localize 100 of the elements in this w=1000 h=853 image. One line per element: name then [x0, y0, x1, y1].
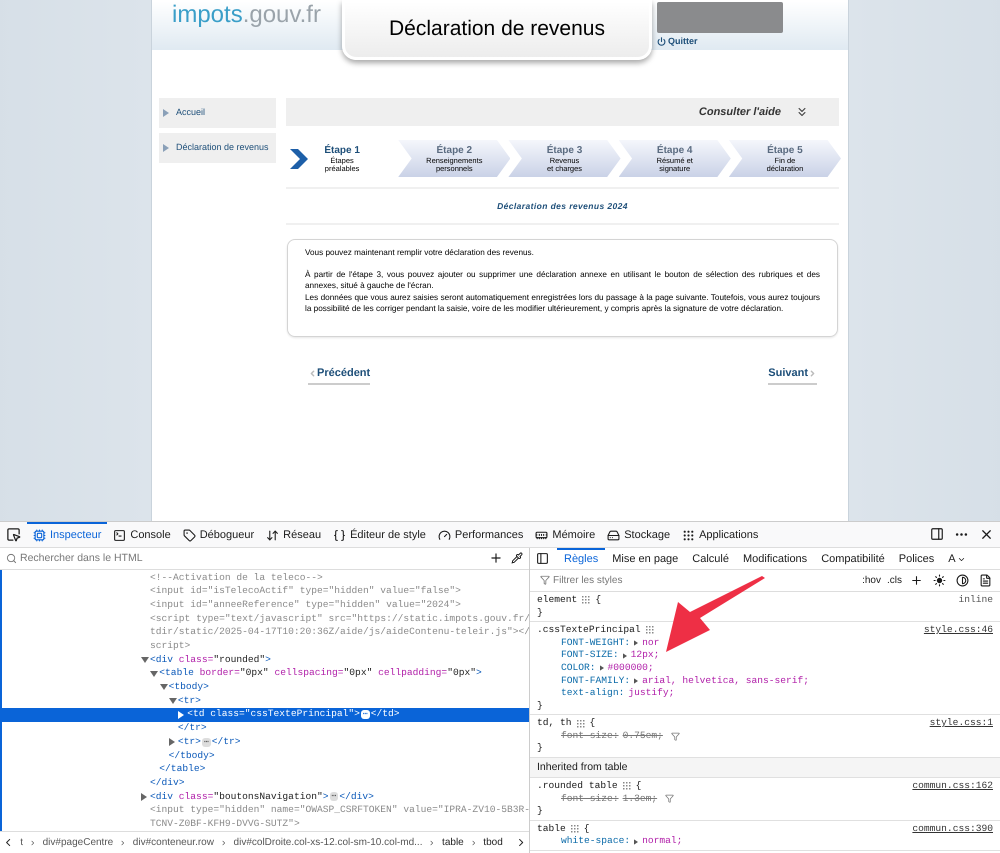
- css-value: arial, helvetica, sans-serif;: [642, 674, 810, 688]
- collapsed-caret-icon: [168, 738, 175, 746]
- separator-icon: [119, 838, 127, 846]
- paragraph: Vous pouvez maintenant remplir votre déclaration des revenus.: [305, 247, 535, 258]
- open-brace: {: [590, 717, 596, 730]
- css-property: font-size:: [561, 792, 619, 806]
- breadcrumb[interactable]: div#pageCentre: [42, 835, 114, 850]
- add-icon[interactable]: [910, 574, 923, 587]
- help-link[interactable]: Consulter l'aide: [698, 104, 781, 120]
- markup-line[interactable]: <tr> ⋯ </tr>: [2, 735, 529, 749]
- devtools-tab[interactable]: Éditeur de style: [327, 522, 432, 547]
- markup-line[interactable]: <div class="rounded">: [2, 653, 529, 667]
- rule-source-link[interactable]: style.css:46: [924, 624, 993, 637]
- dock-icon[interactable]: [930, 527, 944, 542]
- rule-source-link[interactable]: commun.css:162: [912, 780, 993, 793]
- section-title: Déclaration des revenus 2024: [497, 201, 628, 211]
- next-link[interactable]: Suivant: [768, 365, 817, 385]
- markup-line[interactable]: tdir/static/2025-04-17T10:20:36Z/aide/js/aideContenu-teleir.js"></: [2, 626, 529, 640]
- breadcrumb[interactable]: t: [20, 835, 24, 850]
- devtools-tab[interactable]: Inspecteur: [27, 522, 108, 547]
- css-value: 12px;: [630, 649, 660, 662]
- markup-line[interactable]: script>: [2, 639, 529, 654]
- markup-line[interactable]: <table border="0px" cellspacing="0px" cellpadding="0px">: [2, 666, 529, 680]
- separator-icon: [470, 838, 478, 846]
- contrast-icon[interactable]: [956, 574, 969, 587]
- markup-line[interactable]: </table>: [2, 762, 529, 776]
- devtools-tab[interactable]: Applications: [676, 522, 764, 547]
- separator-icon: [220, 838, 228, 846]
- collapsed-caret-icon: [178, 710, 184, 719]
- css-value: 1.3em;: [622, 792, 658, 806]
- markup-line[interactable]: TCNV-Z0BF-KFH9-DVVG-SUTZ">: [2, 817, 529, 831]
- rules-tab[interactable]: Règles: [557, 548, 606, 569]
- rule-source-link[interactable]: commun.css:390: [912, 822, 993, 836]
- eyedropper-icon[interactable]: [511, 552, 523, 564]
- devtools-tab[interactable]: Mémoire: [529, 522, 602, 547]
- rules-tab[interactable]: Polices: [892, 548, 942, 569]
- collapsed-badge[interactable]: ⋯: [330, 792, 338, 802]
- close-brace: }: [537, 700, 543, 711]
- css-property: text-align:: [561, 687, 624, 700]
- paragraph: Les données que vous aurez saisies seront automatiquement enregistrées lors du passage à la page suivante. Toutefois, vous aurez toujours la possibilité de les corriger pendant la saisie, voire de les modifier ultérieurement, y compris après la signature de votre déclaration.: [305, 292, 820, 314]
- grid-icon: [582, 596, 590, 604]
- devtools-tab[interactable]: Performances: [432, 522, 530, 547]
- hover-toggle[interactable]: :hov: [862, 572, 881, 588]
- markup-line[interactable]: <tr>: [2, 694, 529, 708]
- devtools-tab[interactable]: Stockage: [601, 522, 676, 547]
- sidebar-toggle-icon[interactable]: [536, 552, 549, 565]
- styles-filter-field[interactable]: Filtrer les styles: [540, 572, 862, 588]
- quit-link[interactable]: Quitter: [657, 35, 783, 48]
- previous-link[interactable]: Précédent: [308, 365, 370, 385]
- sun-icon[interactable]: [933, 574, 946, 587]
- rules-tab[interactable]: A: [941, 548, 973, 569]
- collapsed-badge[interactable]: ⋯: [202, 738, 211, 747]
- devtools-tab[interactable]: Débogueur: [176, 522, 260, 547]
- sidebar-item[interactable]: Accueil: [159, 98, 276, 128]
- css-property: FONT-FAMILY:: [561, 674, 630, 688]
- css-value: #000000;: [608, 662, 654, 674]
- breadcrumb[interactable]: div#colDroite.col-xs-12.col-sm-10.col-md...: [234, 835, 422, 850]
- expand-triangle-icon: [634, 838, 638, 846]
- collapsed-badge[interactable]: ⋯: [360, 710, 370, 720]
- devtools-tab[interactable]: Réseau: [260, 522, 328, 547]
- style-icon: [333, 528, 346, 542]
- sidebar-item[interactable]: Déclaration de revenus: [159, 133, 276, 163]
- memory-icon: [535, 528, 548, 542]
- document-icon[interactable]: [979, 574, 992, 587]
- devtools-tab[interactable]: Console: [107, 522, 177, 547]
- inspector-icon: [33, 528, 46, 542]
- open-brace: {: [584, 822, 590, 836]
- right-chevron-icon: [808, 368, 817, 378]
- markup-line[interactable]: </div>: [2, 776, 529, 790]
- rules-tab[interactable]: Compatibilité: [814, 548, 892, 569]
- chevron-icon: [290, 149, 308, 169]
- breadcrumb[interactable]: table: [442, 835, 464, 850]
- markup-line[interactable]: <input id="anneeReference" type="hidden" value="2024">: [2, 598, 529, 612]
- filter-icon: [540, 575, 550, 586]
- filter-icon[interactable]: [665, 794, 674, 804]
- rules-tab[interactable]: Mise en page: [605, 548, 686, 569]
- add-icon[interactable]: [489, 551, 503, 566]
- grid-icon: [570, 825, 579, 834]
- css-property: COLOR:: [561, 662, 596, 674]
- markup-line[interactable]: <!--Activation de la teleco-->: [2, 570, 529, 585]
- separator-icon: [29, 838, 37, 846]
- class-toggle[interactable]: .cls: [887, 572, 902, 588]
- markup-line[interactable]: <div class="boutonsNavigation"> ⋯ </div>: [2, 790, 529, 804]
- markup-line[interactable]: <input id="isTelecoActif" type="hidden" value="false">: [2, 584, 529, 598]
- markup-line[interactable]: </tr>: [2, 722, 529, 736]
- rule-source: inline: [958, 594, 993, 607]
- breadcrumb[interactable]: tbod: [483, 835, 503, 850]
- filter-icon[interactable]: [670, 732, 680, 741]
- breadcrumb[interactable]: div#conteneur.row: [132, 835, 214, 850]
- css-value: 0.75em;: [622, 730, 663, 742]
- rules-tab[interactable]: Modifications: [736, 548, 814, 569]
- markup-line[interactable]: <tbody>: [2, 680, 529, 694]
- css-selector: .cssTextePrincipal: [537, 624, 641, 637]
- markup-line[interactable]: </tbody>: [2, 748, 529, 763]
- element-picker-icon[interactable]: [6, 526, 21, 542]
- html-search-field[interactable]: Rechercher dans le HTML: [6, 550, 481, 566]
- rule-source-link[interactable]: style.css:1: [930, 717, 993, 730]
- left-chevron-icon: [308, 368, 317, 378]
- triangle-icon: [163, 144, 169, 152]
- rules-tab[interactable]: Calculé: [685, 548, 736, 569]
